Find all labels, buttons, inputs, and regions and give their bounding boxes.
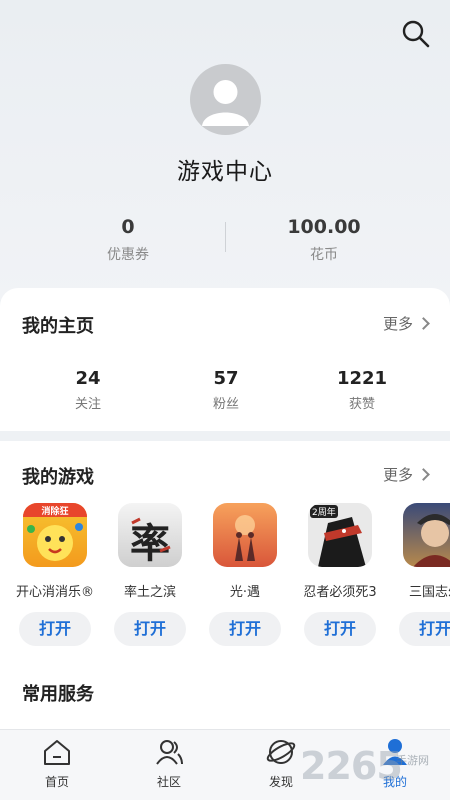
coupons-stat[interactable]: 0 优惠券	[48, 216, 208, 264]
my-games-card: 我的游戏 更多 消除狂 开心消消乐® 打开 率 率土之滨 打开 光·遇 打开 2…	[0, 441, 450, 729]
chevron-right-icon	[417, 468, 430, 481]
coupons-value: 0	[121, 216, 135, 238]
chevron-right-icon	[417, 317, 430, 330]
game-item: 率 率土之滨 打开	[105, 503, 195, 646]
page-title: 游戏中心	[177, 159, 273, 185]
game-item: 消除狂 开心消消乐® 打开	[10, 503, 100, 646]
stat-divider	[225, 222, 226, 252]
following-stat[interactable]: 24 关注	[33, 368, 143, 412]
likes-label: 获赞	[348, 397, 375, 412]
game-item: 三国志幻 打开	[390, 503, 450, 646]
discover-icon	[266, 740, 296, 764]
three-kingdoms-icon[interactable]	[403, 503, 450, 567]
game-name: 忍者必须死3	[303, 585, 377, 600]
my-games-title: 我的游戏	[22, 467, 94, 488]
sky-icon[interactable]	[213, 503, 277, 567]
game-item: 光·遇 打开	[200, 503, 290, 646]
search-button[interactable]	[400, 18, 432, 50]
common-services-title: 常用服务	[22, 684, 94, 705]
games-more-link[interactable]: 更多	[382, 464, 430, 485]
following-label: 关注	[74, 397, 101, 412]
shuaitu-icon[interactable]: 率	[118, 503, 182, 567]
tab-community[interactable]: 社区	[124, 738, 214, 790]
avatar[interactable]	[190, 64, 261, 135]
ninja-icon[interactable]: 2周年	[308, 503, 372, 567]
profile-header: 游戏中心 0 优惠券 100.00 花币	[0, 0, 450, 300]
watermark: 2265	[300, 744, 403, 788]
game-name: 三国志幻	[408, 585, 450, 600]
game-badge: 消除狂	[41, 507, 69, 517]
likes-stat[interactable]: 1221 获赞	[307, 368, 417, 412]
game-name: 率土之滨	[123, 585, 176, 600]
my-homepage-card: 我的主页 更多 24 关注 57 粉丝 1221 获赞	[0, 288, 450, 431]
happy-elimination-icon[interactable]: 消除狂	[23, 503, 87, 567]
open-game-button[interactable]: 打开	[114, 612, 186, 646]
coins-stat[interactable]: 100.00 花币	[244, 216, 404, 264]
open-game-button[interactable]: 打开	[209, 612, 281, 646]
my-homepage-title: 我的主页	[22, 316, 94, 337]
game-badge: 2周年	[310, 505, 338, 518]
more-label: 更多	[382, 466, 413, 484]
home-icon	[44, 740, 70, 765]
tab-label: 首页	[44, 775, 69, 789]
tab-label: 社区	[156, 775, 181, 789]
coins-value: 100.00	[287, 216, 361, 238]
tab-home[interactable]: 首页	[12, 738, 102, 790]
likes-count: 1221	[336, 368, 388, 389]
coupons-label: 优惠券	[107, 247, 149, 263]
game-name: 开心消消乐®	[15, 585, 94, 600]
more-label: 更多	[382, 315, 413, 333]
game-item: 2周年 忍者必须死3 打开	[295, 503, 385, 646]
watermark-subtitle: 手游网	[396, 754, 429, 767]
fans-stat[interactable]: 57 粉丝	[171, 368, 281, 412]
coins-label: 花币	[310, 247, 338, 263]
open-game-button[interactable]: 打开	[19, 612, 91, 646]
homepage-more-link[interactable]: 更多	[382, 313, 430, 334]
search-icon	[402, 20, 430, 48]
user-placeholder-icon	[202, 80, 249, 126]
open-game-button[interactable]: 打开	[399, 612, 450, 646]
fans-label: 粉丝	[212, 397, 239, 412]
open-game-button[interactable]: 打开	[304, 612, 376, 646]
following-count: 24	[75, 368, 101, 389]
game-name: 光·遇	[229, 585, 261, 600]
fans-count: 57	[213, 368, 239, 389]
community-icon	[156, 740, 183, 765]
